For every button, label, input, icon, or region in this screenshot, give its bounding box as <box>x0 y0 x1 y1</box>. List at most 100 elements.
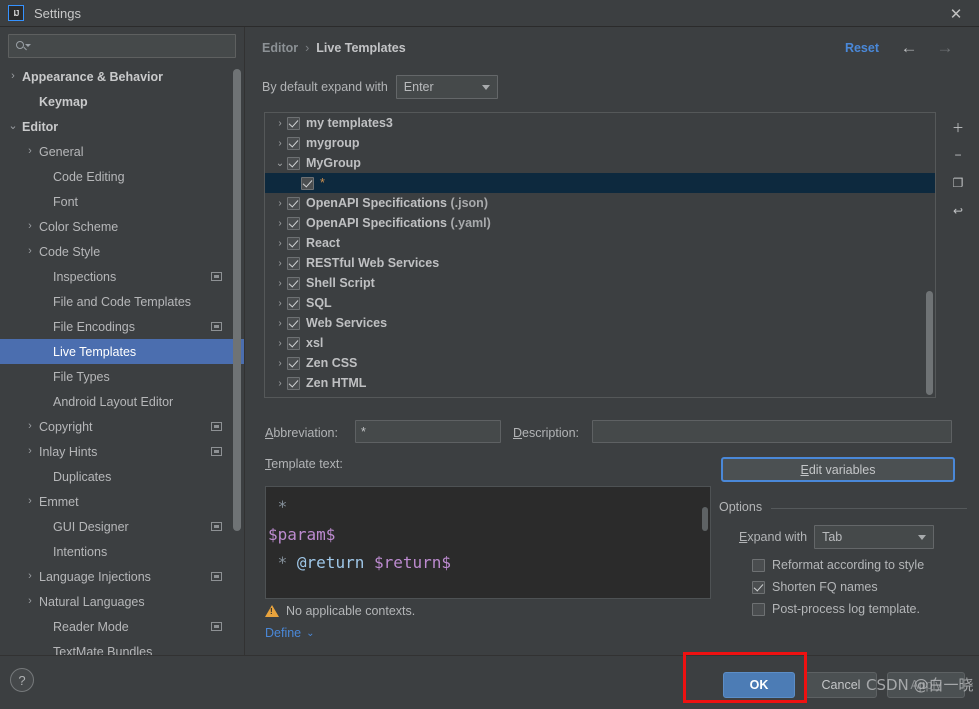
sidebar-item-file-encodings[interactable]: File Encodings <box>0 314 244 339</box>
chevron-right-icon[interactable]: › <box>24 221 36 232</box>
sidebar-item-natural-languages[interactable]: › Natural Languages <box>0 589 244 614</box>
ok-button[interactable]: OK <box>723 672 795 698</box>
revert-icon[interactable]: ↩ <box>945 198 971 224</box>
sidebar-scrollbar-thumb[interactable] <box>233 69 241 531</box>
chevron-right-icon[interactable]: › <box>273 138 287 149</box>
sidebar-scrollbar[interactable] <box>233 27 241 655</box>
reset-link[interactable]: Reset <box>845 41 879 55</box>
forward-arrow-icon[interactable]: → <box>933 37 957 59</box>
chevron-right-icon[interactable]: › <box>24 446 36 457</box>
remove-icon[interactable]: − <box>945 142 971 168</box>
option-checkbox-row[interactable]: Post-process log template. <box>752 602 920 616</box>
chevron-right-icon[interactable]: › <box>24 571 36 582</box>
sidebar-item-code-editing[interactable]: Code Editing <box>0 164 244 189</box>
chevron-right-icon[interactable]: › <box>273 218 287 229</box>
option-checkbox[interactable] <box>752 602 765 616</box>
sidebar-item-code-style[interactable]: › Code Style <box>0 239 244 264</box>
chevron-right-icon[interactable]: › <box>273 338 287 349</box>
default-expand-dropdown[interactable]: Enter <box>395 75 498 99</box>
template-group-row[interactable]: › RESTful Web Services <box>265 253 935 273</box>
help-button[interactable]: ? <box>10 668 34 692</box>
sidebar-item-duplicates[interactable]: Duplicates <box>0 464 244 489</box>
chevron-right-icon[interactable]: › <box>24 246 36 257</box>
chevron-right-icon[interactable]: › <box>273 238 287 249</box>
close-icon[interactable]: ✕ <box>933 0 979 27</box>
search-box[interactable] <box>8 34 236 58</box>
define-context-link[interactable]: Define ⌄ <box>265 626 315 640</box>
edit-variables-button[interactable]: Edit variables <box>721 457 955 482</box>
chevron-right-icon[interactable]: › <box>273 298 287 309</box>
sidebar-item-language-injections[interactable]: › Language Injections <box>0 564 244 589</box>
chevron-right-icon[interactable]: › <box>273 318 287 329</box>
template-group-row[interactable]: › Shell Script <box>265 273 935 293</box>
template-group-row[interactable]: * <box>265 173 935 193</box>
expand-with-dropdown[interactable]: Tab <box>814 525 935 549</box>
option-checkbox-row[interactable]: Shorten FQ names <box>752 580 878 594</box>
chevron-right-icon[interactable]: › <box>273 118 287 129</box>
template-group-row[interactable]: › xsl <box>265 333 935 353</box>
template-group-checkbox[interactable] <box>287 356 300 370</box>
sidebar-item-file-and-code-templates[interactable]: File and Code Templates <box>0 289 244 314</box>
sidebar-item-emmet[interactable]: › Emmet <box>0 489 244 514</box>
chevron-right-icon[interactable]: › <box>24 596 36 607</box>
sidebar-item-font[interactable]: Font <box>0 189 244 214</box>
abbreviation-input[interactable] <box>355 420 501 443</box>
templates-tree-scrollbar-thumb[interactable] <box>926 291 933 395</box>
template-group-row[interactable]: › Zen HTML <box>265 373 935 393</box>
template-group-row[interactable]: › Web Services <box>265 313 935 333</box>
description-input[interactable] <box>592 420 952 443</box>
option-checkbox-row[interactable]: Reformat according to style <box>752 558 924 572</box>
chevron-right-icon[interactable]: › <box>24 496 36 507</box>
chevron-right-icon[interactable]: › <box>273 198 287 209</box>
option-checkbox[interactable] <box>752 558 765 572</box>
template-group-checkbox[interactable] <box>287 156 300 170</box>
chevron-right-icon[interactable]: › <box>273 358 287 369</box>
sidebar-item-textmate-bundles[interactable]: TextMate Bundles <box>0 639 244 656</box>
sidebar-item-general[interactable]: › General <box>0 139 244 164</box>
templates-tree[interactable]: › my templates3 › mygroup ⌄ MyGroup * › OpenAPI … <box>264 112 936 398</box>
template-text-editor[interactable]: * $param$ * @return $return$ <box>265 486 711 599</box>
sidebar-item-editor[interactable]: ⌄ Editor <box>0 114 244 139</box>
template-group-checkbox[interactable] <box>287 296 300 310</box>
template-group-row[interactable]: › my templates3 <box>265 113 935 133</box>
template-group-checkbox[interactable] <box>287 276 300 290</box>
template-group-checkbox[interactable] <box>287 336 300 350</box>
code-scrollbar-thumb[interactable] <box>702 507 708 531</box>
option-checkbox[interactable] <box>752 580 765 594</box>
cancel-button[interactable]: Cancel <box>805 672 877 698</box>
add-icon[interactable]: ＋ <box>945 114 971 140</box>
chevron-right-icon[interactable]: › <box>24 146 36 157</box>
template-group-checkbox[interactable] <box>287 196 300 210</box>
template-group-row[interactable]: › OpenAPI Specifications (.json) <box>265 193 935 213</box>
sidebar-item-gui-designer[interactable]: GUI Designer <box>0 514 244 539</box>
chevron-right-icon[interactable]: › <box>24 421 36 432</box>
sidebar-item-intentions[interactable]: Intentions <box>0 539 244 564</box>
template-group-row[interactable]: › mygroup <box>265 133 935 153</box>
back-arrow-icon[interactable]: ← <box>897 37 921 59</box>
template-group-checkbox[interactable] <box>301 176 314 190</box>
chevron-down-icon[interactable]: ⌄ <box>7 121 19 132</box>
sidebar-item-appearance-behavior[interactable]: › Appearance & Behavior <box>0 64 244 89</box>
apply-button[interactable]: Apply <box>887 672 965 698</box>
sidebar-item-reader-mode[interactable]: Reader Mode <box>0 614 244 639</box>
template-group-checkbox[interactable] <box>287 376 300 390</box>
chevron-right-icon[interactable]: › <box>273 278 287 289</box>
sidebar-item-file-types[interactable]: File Types <box>0 364 244 389</box>
sidebar-item-inspections[interactable]: Inspections <box>0 264 244 289</box>
search-input[interactable] <box>29 39 229 53</box>
template-group-checkbox[interactable] <box>287 216 300 230</box>
template-group-row[interactable]: › SQL <box>265 293 935 313</box>
template-group-checkbox[interactable] <box>287 236 300 250</box>
sidebar-item-copyright[interactable]: › Copyright <box>0 414 244 439</box>
chevron-right-icon[interactable]: › <box>273 258 287 269</box>
chevron-right-icon[interactable]: › <box>273 378 287 389</box>
template-group-row[interactable]: › Zen CSS <box>265 353 935 373</box>
chevron-right-icon[interactable]: › <box>7 71 19 82</box>
chevron-down-icon[interactable]: ⌄ <box>273 158 287 169</box>
template-group-row[interactable]: ⌄ MyGroup <box>265 153 935 173</box>
template-group-checkbox[interactable] <box>287 256 300 270</box>
template-group-checkbox[interactable] <box>287 316 300 330</box>
sidebar-item-color-scheme[interactable]: › Color Scheme <box>0 214 244 239</box>
breadcrumb-parent[interactable]: Editor <box>262 41 298 55</box>
copy-icon[interactable]: ❐ <box>945 170 971 196</box>
